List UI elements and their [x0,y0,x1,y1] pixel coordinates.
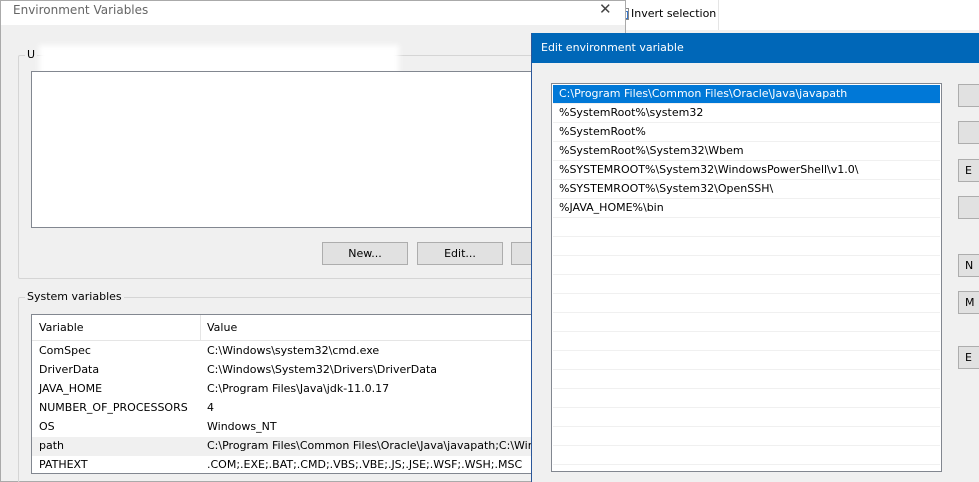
delete-button[interactable] [958,196,979,219]
path-entry-empty[interactable] [553,370,940,389]
path-entry-text: %SYSTEMROOT%\System32\OpenSSH\ [559,182,774,195]
path-entry-empty[interactable] [553,446,940,465]
path-entry-text: %JAVA_HOME%\bin [559,201,664,214]
table-row[interactable]: PATHEXT .COM;.EXE;.BAT;.CMD;.VBS;.VBE;.J… [32,456,538,473]
variable-name: JAVA_HOME [39,382,103,395]
edit-dialog-title: Edit environment variable [541,41,684,54]
variable-value: Windows_NT [207,420,277,433]
edit-button[interactable] [958,121,979,144]
path-entry-empty[interactable] [553,237,940,256]
path-entry-empty[interactable] [553,294,940,313]
path-entry-empty[interactable] [553,275,940,294]
browse-button[interactable]: E [958,159,979,182]
system-variables-label: System variables [25,290,124,303]
variable-value: 4 [207,401,214,414]
user-variables-label: U [25,48,38,61]
table-row[interactable]: NUMBER_OF_PROCESSORS 4 [32,399,538,418]
column-header-variable[interactable]: Variable [39,321,84,334]
path-entries-list[interactable]: C:\Program Files\Common Files\Oracle\Jav… [551,83,942,472]
new-button[interactable] [958,84,979,107]
path-entry[interactable]: %SystemRoot% [553,123,940,142]
variable-name: DriverData [39,363,100,376]
env-dialog-titlebar: Environment Variables ✕ [1,1,625,25]
path-entry-text: %SYSTEMROOT%\System32\WindowsPowerShell\… [559,163,859,176]
path-entry[interactable]: %SystemRoot%\System32\Wbem [553,142,940,161]
path-entry-empty[interactable] [553,408,940,427]
user-new-button[interactable]: New... [322,242,408,265]
path-entry-text: %SystemRoot%\system32 [559,106,704,119]
path-entry[interactable]: %JAVA_HOME%\bin [553,199,940,218]
variable-name: path [39,439,65,452]
background-toolbar: Invert selection [612,0,979,30]
system-variables-table[interactable]: Variable Value ComSpec C:\Windows\system… [31,314,539,474]
variable-name: ComSpec [39,344,91,357]
table-header: Variable Value [32,315,538,341]
path-entry-empty[interactable] [553,332,940,351]
edit-dialog-titlebar: Edit environment variable [532,33,979,63]
path-entry-empty[interactable] [553,389,940,408]
user-variables-list[interactable] [31,71,539,228]
edit-environment-variable-dialog: Edit environment variable C:\Program Fil… [531,33,979,482]
path-entry-empty[interactable] [553,427,940,446]
table-row-selected[interactable]: path C:\Program Files\Common Files\Oracl… [32,437,538,456]
path-entry-empty[interactable] [553,313,940,332]
path-entry[interactable]: %SYSTEMROOT%\System32\OpenSSH\ [553,180,940,199]
user-edit-button[interactable]: Edit... [417,242,503,265]
table-row[interactable]: JAVA_HOME C:\Program Files\Java\jdk-11.0… [32,380,538,399]
path-entry[interactable]: %SystemRoot%\system32 [553,104,940,123]
toolbar-divider [718,0,719,30]
close-icon[interactable]: ✕ [599,1,612,18]
move-down-button[interactable]: M [958,291,979,314]
variable-value: C:\Program Files\Common Files\Oracle\Jav… [207,439,535,452]
screen: Invert selection Environment Variables ✕… [0,0,979,482]
path-entry-text: C:\Program Files\Common Files\Oracle\Jav… [559,87,848,100]
variable-value: C:\Windows\System32\Drivers\DriverData [207,363,438,376]
path-entry-empty[interactable] [553,218,940,237]
invert-selection-button[interactable]: Invert selection [631,7,716,20]
path-entry[interactable]: %SYSTEMROOT%\System32\WindowsPowerShell\… [553,161,940,180]
variable-value: C:\Program Files\Java\jdk-11.0.17 [207,382,390,395]
table-row[interactable]: ComSpec C:\Windows\system32\cmd.exe [32,342,538,361]
path-entry-text: %SystemRoot% [559,125,646,138]
variable-value: C:\Windows\system32\cmd.exe [207,344,380,357]
path-entry-text: %SystemRoot%\System32\Wbem [559,144,744,157]
table-row[interactable]: DriverData C:\Windows\System32\Drivers\D… [32,361,538,380]
path-entry-empty[interactable] [553,256,940,275]
env-dialog-title: Environment Variables [13,3,149,17]
variable-name: NUMBER_OF_PROCESSORS [39,401,188,414]
variable-name: OS [39,420,55,433]
table-row[interactable]: OS Windows_NT [32,418,538,437]
move-up-button[interactable]: N [958,254,979,277]
path-entry-selected[interactable]: C:\Program Files\Common Files\Oracle\Jav… [553,85,940,104]
column-separator [200,315,201,341]
edit-text-button[interactable]: E [958,346,979,369]
path-entry-empty[interactable] [553,351,940,370]
column-header-value[interactable]: Value [207,321,237,334]
variable-name: PATHEXT [39,458,88,471]
variable-value: .COM;.EXE;.BAT;.CMD;.VBS;.VBE;.JS;.JSE;.… [207,458,523,471]
